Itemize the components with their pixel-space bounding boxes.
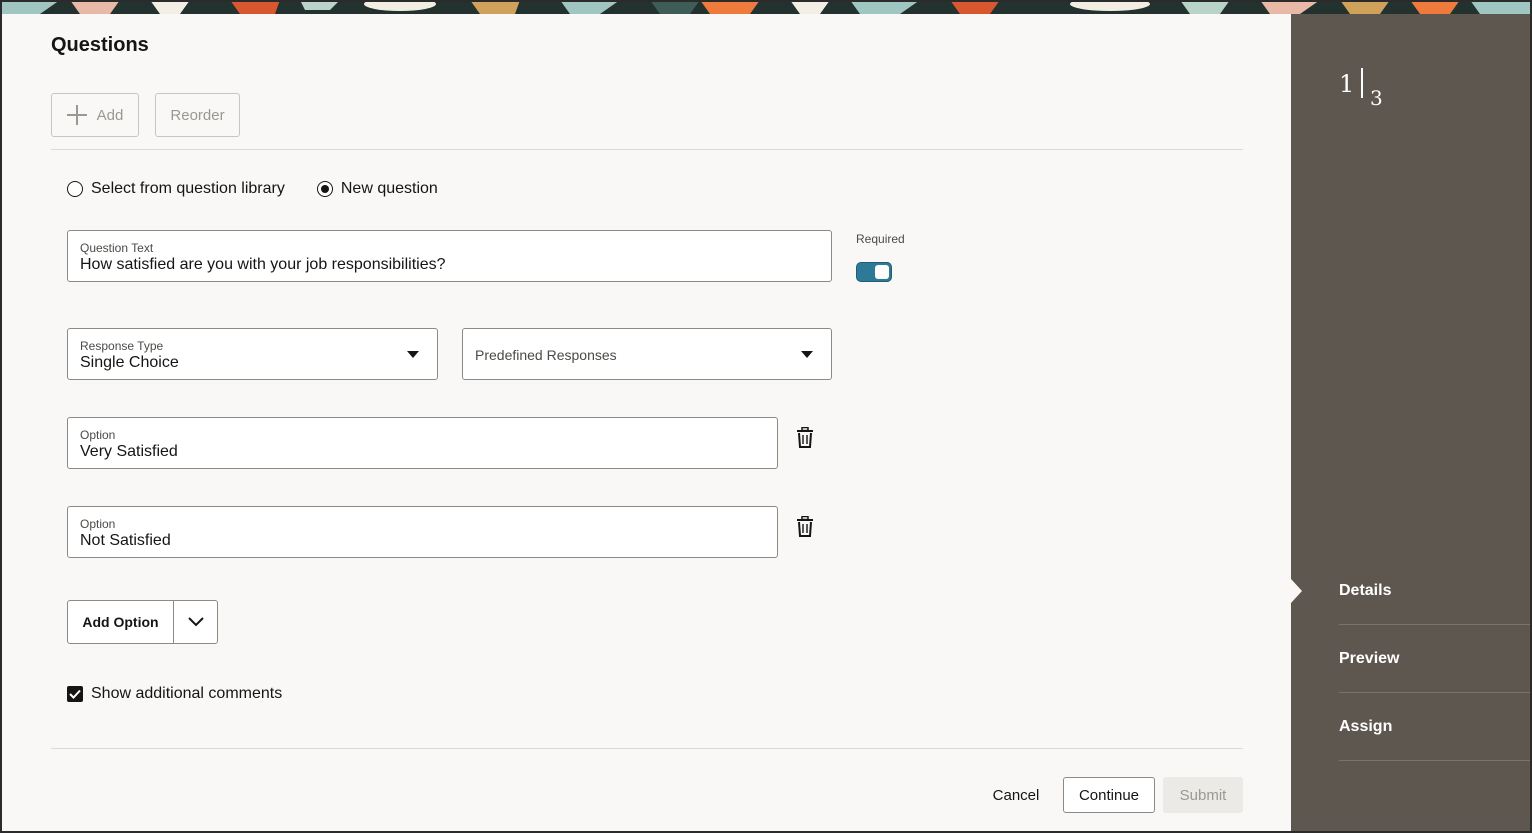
question-text-field[interactable]: Question Text How satisfied are you with… xyxy=(67,230,832,282)
caret-down-icon xyxy=(801,351,813,358)
cancel-button[interactable]: Cancel xyxy=(982,777,1050,813)
chevron-down-icon xyxy=(187,617,204,627)
add-button-label: Add xyxy=(96,106,124,124)
option-field-1[interactable]: Option Very Satisfied xyxy=(67,417,778,469)
radio-new-question[interactable] xyxy=(316,181,333,197)
trash-icon[interactable] xyxy=(795,515,815,538)
required-label: Required xyxy=(856,232,905,246)
add-option-split-button: Add Option xyxy=(67,600,218,644)
divider xyxy=(51,748,1243,749)
current-step-number: 1 xyxy=(1339,70,1355,98)
active-step-pointer xyxy=(1291,579,1302,603)
option-label: Option xyxy=(80,428,116,442)
radio-label-new-question[interactable]: New question xyxy=(341,180,438,198)
reorder-button-label: Reorder xyxy=(170,106,225,124)
show-comments-label[interactable]: Show additional comments xyxy=(91,685,282,703)
plus-icon xyxy=(66,105,87,125)
response-type-label: Response Type xyxy=(80,339,164,353)
option-field-2[interactable]: Option Not Satisfied xyxy=(67,506,778,558)
decorative-banner xyxy=(0,0,1532,14)
submit-button[interactable]: Submit xyxy=(1163,777,1243,813)
page-title: Questions xyxy=(51,34,149,56)
show-comments-row: Show additional comments xyxy=(67,685,282,703)
response-type-select[interactable]: Response Type Single Choice xyxy=(67,328,438,380)
add-button[interactable]: Add xyxy=(51,93,139,137)
step-divider xyxy=(1361,68,1363,98)
divider xyxy=(51,149,1243,150)
question-text-label: Question Text xyxy=(80,241,154,255)
trash-icon[interactable] xyxy=(795,426,815,449)
response-type-value: Single Choice xyxy=(80,354,179,371)
continue-button[interactable]: Continue xyxy=(1063,777,1155,813)
add-option-button[interactable]: Add Option xyxy=(68,601,174,643)
option-value[interactable]: Not Satisfied xyxy=(80,532,171,550)
option-value[interactable]: Very Satisfied xyxy=(80,443,178,461)
radio-label-library[interactable]: Select from question library xyxy=(91,180,285,198)
reorder-button[interactable]: Reorder xyxy=(155,93,240,137)
total-steps-number: 3 xyxy=(1370,86,1383,110)
predefined-responses-select[interactable]: Predefined Responses xyxy=(462,328,832,380)
add-option-menu-button[interactable] xyxy=(174,601,217,643)
question-text-value[interactable]: How satisfied are you with your job resp… xyxy=(80,256,446,274)
train-step-details[interactable]: Details xyxy=(1339,557,1530,625)
required-toggle[interactable] xyxy=(856,262,892,282)
main-panel: Questions Add Reorder Select from questi… xyxy=(2,14,1291,831)
train-sidebar: 1 3 Details Preview Assign xyxy=(1291,14,1530,831)
predefined-responses-placeholder: Predefined Responses xyxy=(475,347,617,363)
question-source-radio-group: Select from question library New questio… xyxy=(67,180,470,198)
show-comments-checkbox[interactable] xyxy=(67,686,83,702)
train-step-preview[interactable]: Preview xyxy=(1339,625,1530,693)
toggle-knob xyxy=(875,265,889,279)
option-label: Option xyxy=(80,517,116,531)
checkmark-icon xyxy=(69,689,81,699)
train-step-assign[interactable]: Assign xyxy=(1339,693,1530,761)
radio-select-from-library[interactable] xyxy=(67,181,83,197)
caret-down-icon xyxy=(407,351,419,358)
